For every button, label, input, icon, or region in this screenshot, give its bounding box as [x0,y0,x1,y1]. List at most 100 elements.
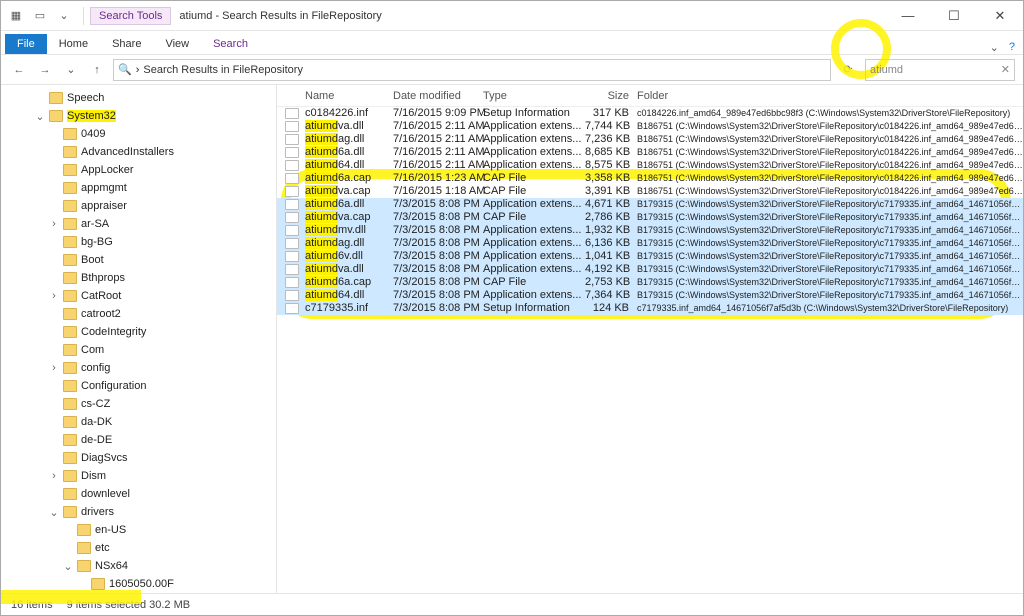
result-row[interactable]: atiumdva.dll7/16/2015 2:11 AMApplication… [277,120,1023,133]
tree-item[interactable]: ›CatRoot [1,287,276,305]
navbar: ← → ⌄ ↑ 🔍 › Search Results in FileReposi… [1,55,1023,85]
tree-item[interactable]: 0409 [1,125,276,143]
result-row[interactable]: atiumd64.dll7/16/2015 2:11 AMApplication… [277,159,1023,172]
tree-item[interactable]: ›config [1,359,276,377]
nav-up-button[interactable]: ↑ [87,60,107,80]
tree-item[interactable]: appmgmt [1,179,276,197]
cell-folder: c0184226.inf_amd64_989e47ed6bbc98f3 (C:\… [637,107,1023,120]
result-row[interactable]: atiumd6a.cap7/3/2015 8:08 PMCAP File2,75… [277,276,1023,289]
cell-date: 7/16/2015 9:09 PM [393,107,483,120]
cell-name: atiumd6a.cap [305,276,393,289]
result-row[interactable]: atiumdag.dll7/16/2015 2:11 AMApplication… [277,133,1023,146]
tree-item[interactable]: downlevel [1,485,276,503]
chevron-icon[interactable]: ⌄ [35,110,45,123]
col-date[interactable]: Date modified [393,90,483,102]
chevron-icon[interactable]: › [49,290,59,302]
ribbon-tab-search[interactable]: Search [201,34,260,54]
tree-item[interactable]: AppLocker [1,161,276,179]
folder-icon [63,398,77,410]
tree-item[interactable]: da-DK [1,413,276,431]
tree-item[interactable]: de-DE [1,431,276,449]
minimize-button[interactable]: — [885,1,931,31]
folder-icon [63,182,77,194]
result-row[interactable]: atiumdva.dll7/3/2015 8:08 PMApplication … [277,263,1023,276]
chevron-icon[interactable]: ⌄ [63,560,73,573]
folder-icon [63,362,77,374]
refresh-button[interactable]: ⟳ [837,59,859,81]
result-row[interactable]: atiumd6a.dll7/3/2015 8:08 PMApplication … [277,198,1023,211]
tree-item-label: Bthprops [81,272,125,284]
tree-item[interactable]: Bthprops [1,269,276,287]
tree-item[interactable]: Speech [1,89,276,107]
folder-icon [63,470,77,482]
address-crumb[interactable]: Search Results in FileRepository [143,64,303,76]
ribbon-tab-view[interactable]: View [153,34,201,54]
ribbon-tab-share[interactable]: Share [100,34,153,54]
qat-customize-icon[interactable]: ⌄ [53,5,75,27]
col-name[interactable]: Name [305,90,393,102]
cell-size: 8,575 KB [585,159,637,172]
result-row[interactable]: atiumd64.dll7/3/2015 8:08 PMApplication … [277,289,1023,302]
tree-item[interactable]: Boot [1,251,276,269]
tree-item[interactable]: ›Dism [1,467,276,485]
cell-folder: B179315 (C:\Windows\System32\DriverStore… [637,211,1023,224]
tree-item[interactable]: CodeIntegrity [1,323,276,341]
qat-properties-icon[interactable]: ▦ [5,5,27,27]
tree-item[interactable]: en-US [1,521,276,539]
qat-newfolder-icon[interactable]: ▭ [29,5,51,27]
ribbon-help-icon[interactable]: ? [1009,41,1015,54]
window-controls: — ☐ ✕ [885,1,1023,31]
col-folder[interactable]: Folder [637,90,1023,102]
ribbon-tab-file[interactable]: File [5,34,47,54]
results-rows[interactable]: c0184226.inf7/16/2015 9:09 PMSetup Infor… [277,107,1023,593]
tree-item[interactable]: catroot2 [1,305,276,323]
result-row[interactable]: atiumd6a.cap7/16/2015 1:23 AMCAP File3,3… [277,172,1023,185]
column-headers[interactable]: Name Date modified Type Size Folder [277,85,1023,107]
tree-item[interactable]: cs-CZ [1,395,276,413]
chevron-icon[interactable]: › [49,470,59,482]
chevron-icon[interactable]: › [49,218,59,230]
tree-item[interactable]: 1605050.00F [1,575,276,593]
result-row[interactable]: atiumdva.cap7/16/2015 1:18 AMCAP File3,3… [277,185,1023,198]
folder-tree[interactable]: Speech ⌄ System32 0409AdvancedInstallersApp… [1,85,277,593]
tree-item[interactable]: ⌄ System32 [1,107,276,125]
tree-item[interactable]: ⌄NSx64 [1,557,276,575]
nav-back-button[interactable]: ← [9,60,29,80]
close-button[interactable]: ✕ [977,1,1023,31]
result-row[interactable]: c0184226.inf7/16/2015 9:09 PMSetup Infor… [277,107,1023,120]
chevron-icon[interactable]: › [49,362,59,374]
result-row[interactable]: atiumd6a.dll7/16/2015 2:11 AMApplication… [277,146,1023,159]
result-row[interactable]: atiumdmv.dll7/3/2015 8:08 PMApplication … [277,224,1023,237]
tree-item[interactable]: AdvancedInstallers [1,143,276,161]
ribbon-tab-home[interactable]: Home [47,34,100,54]
nav-recent-button[interactable]: ⌄ [61,60,81,80]
tree-item[interactable]: Configuration [1,377,276,395]
search-tools-context-tab[interactable]: Search Tools [90,7,171,25]
address-bar[interactable]: 🔍 › Search Results in FileRepository [113,59,831,81]
result-row[interactable]: atiumdva.cap7/3/2015 8:08 PMCAP File2,78… [277,211,1023,224]
ribbon-expand-icon[interactable]: ⌄ [990,41,999,54]
result-row[interactable]: atiumdag.dll7/3/2015 8:08 PMApplication … [277,237,1023,250]
tree-item[interactable]: etc [1,539,276,557]
tree-item[interactable]: bg-BG [1,233,276,251]
tree-item[interactable]: DiagSvcs [1,449,276,467]
cell-name: atiumd64.dll [305,159,393,172]
col-size[interactable]: Size [585,90,637,102]
nav-forward-button[interactable]: → [35,60,55,80]
col-type[interactable]: Type [483,90,585,102]
search-clear-icon[interactable]: ✕ [1001,63,1010,76]
maximize-button[interactable]: ☐ [931,1,977,31]
result-row[interactable]: c7179335.inf7/3/2015 8:08 PMSetup Inform… [277,302,1023,315]
status-item-count: 16 items [11,599,53,611]
tree-item[interactable]: ⌄drivers [1,503,276,521]
search-input[interactable]: atiumd ✕ [865,59,1015,81]
tree-item[interactable]: appraiser [1,197,276,215]
tree-item-label: System32 [67,110,116,122]
cell-type: CAP File [483,172,585,185]
tree-item[interactable]: ›ar-SA [1,215,276,233]
chevron-icon[interactable]: ⌄ [49,506,59,519]
result-row[interactable]: atiumd6v.dll7/3/2015 8:08 PMApplication … [277,250,1023,263]
cell-type: Application extens... [483,250,585,263]
quick-access-toolbar: ▦ ▭ ⌄ [1,5,90,27]
tree-item[interactable]: Com [1,341,276,359]
